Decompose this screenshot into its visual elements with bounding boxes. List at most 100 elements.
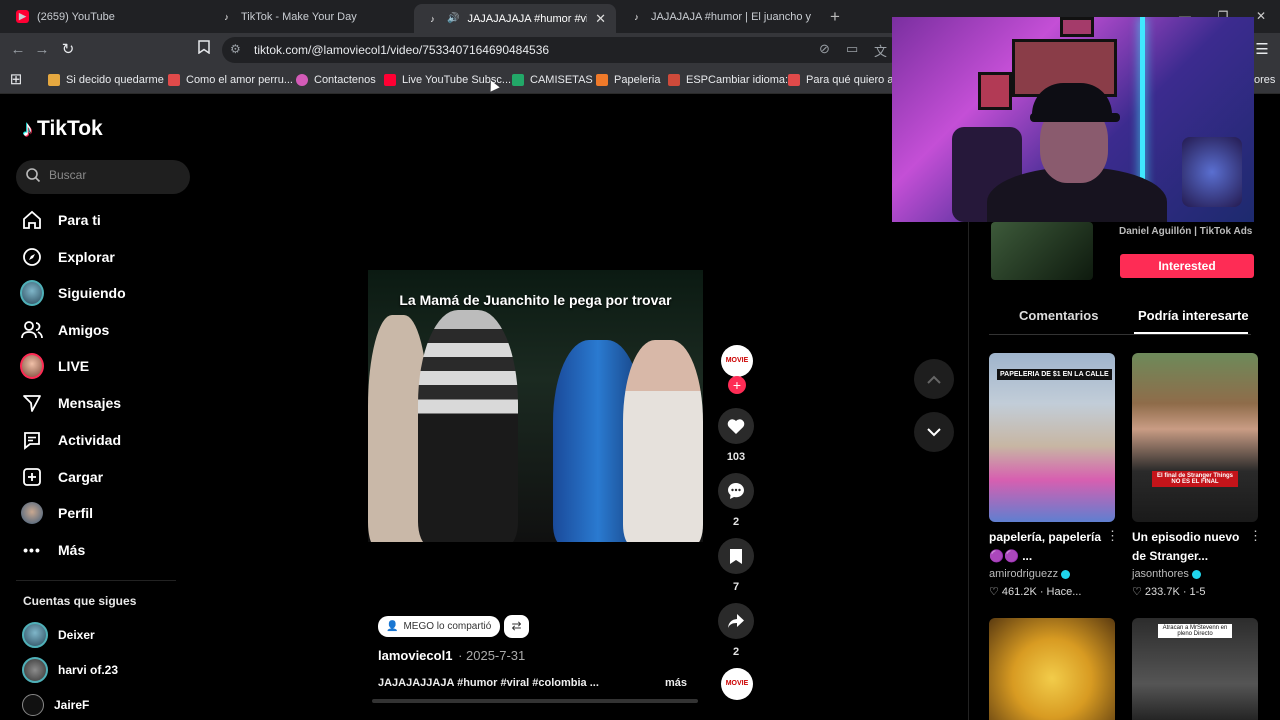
creator-badge-text: MOVIE xyxy=(725,357,749,364)
tab-youtube[interactable]: ▶ (2659) YouTube xyxy=(4,5,204,28)
nav-cargar[interactable]: Cargar xyxy=(20,463,103,491)
video-thumbnail: Atracan a MrStevenn en pleno Directo xyxy=(1132,618,1258,720)
screen: { "browser": { "tabs": [ {"title": "(265… xyxy=(0,0,1280,720)
nav-siguiendo[interactable]: Siguiendo xyxy=(20,279,126,307)
close-tab-icon[interactable]: ✕ xyxy=(595,11,606,27)
interested-button[interactable]: Interested xyxy=(1120,254,1254,278)
shares-count: 2 xyxy=(732,646,740,658)
bookmark-icon[interactable] xyxy=(194,40,214,60)
tab-comentarios[interactable]: Comentarios xyxy=(1019,308,1098,323)
tab-tiktok-video-2[interactable]: ♪ JAJAJAJA #humor | El juancho y su h xyxy=(618,5,814,28)
more-options-icon[interactable]: ⋮ xyxy=(1106,528,1119,544)
avatar xyxy=(22,622,48,648)
nav-mensajes[interactable]: Mensajes xyxy=(20,389,121,417)
more-dots-icon: ••• xyxy=(23,542,41,558)
nav-amigos[interactable]: Amigos xyxy=(20,316,109,344)
bookmark-item[interactable]: CAMISETAS xyxy=(512,72,593,88)
nav-explorar[interactable]: Explorar xyxy=(20,243,115,271)
previous-video-button[interactable] xyxy=(914,359,954,399)
search-box[interactable] xyxy=(16,160,190,194)
bookmark-item[interactable]: Para qué quiero asp xyxy=(788,72,905,88)
apps-grid-icon[interactable]: ⊞ xyxy=(6,70,26,90)
next-video-button[interactable] xyxy=(914,412,954,452)
bookmark-favicon-icon xyxy=(384,74,396,86)
nav-label: Para ti xyxy=(58,212,101,228)
share-icon xyxy=(728,614,744,628)
following-account-item[interactable]: harvi of.23 xyxy=(22,657,118,683)
video-thumbnail xyxy=(989,618,1115,720)
search-input[interactable] xyxy=(49,168,179,182)
bookmark-item[interactable]: Si decido quedarme xyxy=(48,72,164,88)
comment-button[interactable] xyxy=(718,473,754,509)
nav-label: Mensajes xyxy=(58,395,122,411)
share-button[interactable] xyxy=(718,603,754,639)
new-tab-button[interactable]: + xyxy=(830,7,840,27)
nav-label: Siguiendo xyxy=(58,285,126,301)
forward-icon[interactable]: → xyxy=(32,40,52,60)
bookmark-label: ESPCambiar idioma: xyxy=(686,74,789,86)
save-button[interactable] xyxy=(718,538,754,574)
address-bar[interactable]: ⚙ tiktok.com/@lamoviecol1/video/75334071… xyxy=(222,37,902,63)
site-info-icon[interactable]: ⚙ xyxy=(230,42,241,56)
saves-count: 7 xyxy=(732,581,740,593)
tiktok-sidebar: ♪ TikTok Para ti Explorar Siguiendo Amig… xyxy=(0,94,200,720)
tab-podria-interesarte[interactable]: Podría interesarte xyxy=(1138,308,1249,323)
video-author[interactable]: lamoviecol1 · 2025-7-31 xyxy=(378,648,525,663)
cast-off-icon[interactable]: ⊘ xyxy=(819,41,830,57)
compass-icon xyxy=(20,245,44,269)
back-icon[interactable]: ← xyxy=(8,40,28,60)
bookmark-label: Para qué quiero asp xyxy=(806,74,906,86)
chevron-down-icon xyxy=(927,427,941,436)
divider xyxy=(16,580,176,581)
bookmark-item[interactable]: ESPCambiar idioma: xyxy=(668,72,788,88)
following-account-item[interactable]: Deixer xyxy=(22,622,95,648)
bookmark-item[interactable]: Como el amor perru... xyxy=(168,72,293,88)
follow-plus-icon[interactable]: + xyxy=(728,376,746,394)
nav-perfil[interactable]: Perfil xyxy=(20,499,93,527)
chevron-up-icon xyxy=(927,375,941,384)
wall-poster xyxy=(978,72,1012,110)
shared-by-badge[interactable]: 👤 MEGO lo compartió xyxy=(378,616,501,637)
card-title: Un episodio nuevo de Stranger... xyxy=(1132,530,1240,563)
bookmark-label: CAMISETAS xyxy=(530,74,593,86)
more-options-icon[interactable]: ⋮ xyxy=(1249,528,1262,544)
verified-icon xyxy=(1061,569,1071,579)
logo-text: TikTok xyxy=(37,117,103,140)
author-name: lamoviecol1 xyxy=(378,648,453,663)
ad-thumbnail[interactable] xyxy=(991,222,1093,280)
tab-tiktok-home[interactable]: ♪ TikTok - Make Your Day xyxy=(208,5,408,28)
thumbnail-text: PAPELERIA DE $1 EN LA CALLE xyxy=(997,369,1112,380)
nav-actividad[interactable]: Actividad xyxy=(20,426,121,454)
live-avatar-icon xyxy=(20,353,44,379)
speaker-icon: 🔊 xyxy=(447,13,460,24)
creator-avatar[interactable]: MOVIE xyxy=(721,345,753,377)
video-player[interactable]: La Mamá de Juanchito le pega por trovar xyxy=(368,270,703,542)
nav-para-ti[interactable]: Para ti xyxy=(20,206,101,234)
reload-icon[interactable]: ↻ xyxy=(58,40,78,60)
tab-title: JAJAJAJAJA #humor #viral #c xyxy=(467,12,588,25)
nav-mas[interactable]: ••• Más xyxy=(20,536,85,564)
like-button[interactable] xyxy=(718,408,754,444)
bookmark-item[interactable]: Contactenos xyxy=(296,72,376,88)
bookmark-favicon-icon xyxy=(296,74,308,86)
video-caption: La Mamá de Juanchito le pega por trovar xyxy=(399,292,672,308)
tab-title: (2659) YouTube xyxy=(37,10,115,23)
repost-icon[interactable]: ⇄ xyxy=(504,615,529,638)
install-app-icon[interactable]: ▭ xyxy=(846,41,858,57)
account-name: harvi of.23 xyxy=(58,663,119,677)
tab-tiktok-video-active[interactable]: ♪ 🔊 JAJAJAJAJA #humor #viral #c ✕ xyxy=(414,4,616,33)
video-progress-bar[interactable] xyxy=(372,699,698,703)
heart-icon xyxy=(727,418,745,434)
menu-icon[interactable]: ☰ xyxy=(1252,40,1272,60)
tiktok-logo[interactable]: ♪ TikTok xyxy=(22,116,103,142)
nav-label: Actividad xyxy=(58,432,122,448)
following-section-title: Cuentas que sigues xyxy=(23,594,137,608)
nav-live[interactable]: LIVE xyxy=(20,352,89,380)
more-link[interactable]: más xyxy=(665,677,687,689)
following-account-item[interactable]: JaireF xyxy=(22,692,89,718)
bookmark-item[interactable]: Papeleria xyxy=(596,72,660,88)
translate-icon[interactable]: 文 xyxy=(874,41,887,60)
music-disc-icon[interactable]: MOVIE xyxy=(721,668,753,700)
nav-label: LIVE xyxy=(58,358,90,374)
bookmark-item[interactable]: ores xyxy=(1254,72,1275,88)
